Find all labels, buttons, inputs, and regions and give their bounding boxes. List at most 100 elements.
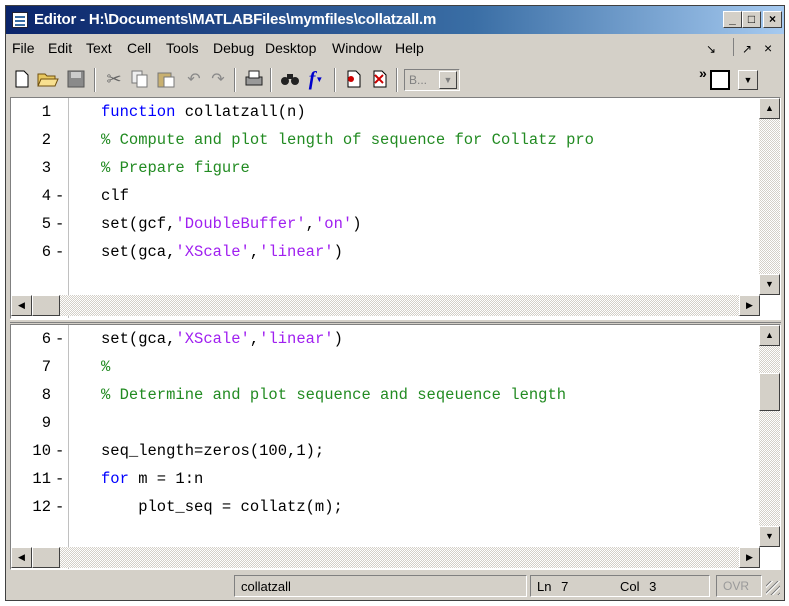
maximize-button[interactable]: □ — [742, 11, 761, 28]
code-text[interactable]: for m = 1:n — [101, 470, 203, 488]
code-text[interactable]: set(gca,'XScale','linear') — [101, 330, 343, 348]
code-token: set(gca, — [101, 243, 176, 261]
menu-help[interactable]: Help — [395, 40, 424, 56]
function-icon[interactable]: f ▼ — [304, 67, 328, 91]
code-line[interactable]: 10- seq_length=zeros(100,1); — [11, 439, 771, 463]
code-text[interactable]: clf — [101, 187, 129, 205]
code-line[interactable]: 5- set(gcf,'DoubleBuffer','on') — [11, 212, 771, 236]
pane-splitter[interactable] — [10, 319, 781, 323]
cut-icon[interactable]: ✂ — [102, 67, 126, 91]
vertical-scrollbar[interactable]: ▲ ▼ — [759, 325, 780, 547]
code-line[interactable]: 11- for m = 1:n — [11, 467, 771, 491]
resize-grip[interactable] — [766, 581, 780, 595]
line-number[interactable]: 11 — [11, 470, 51, 488]
scroll-left-button[interactable]: ◀ — [11, 547, 32, 568]
line-number[interactable]: 10 — [11, 442, 51, 460]
scroll-right-button[interactable]: ▶ — [739, 295, 760, 316]
scroll-thumb[interactable] — [32, 547, 60, 568]
line-number[interactable]: 6 — [11, 330, 51, 348]
save-icon[interactable] — [64, 67, 88, 91]
scroll-down-button[interactable]: ▼ — [759, 274, 780, 295]
scroll-up-button[interactable]: ▲ — [759, 98, 780, 119]
scroll-up-button[interactable]: ▲ — [759, 325, 780, 346]
close-document-icon[interactable]: × — [764, 40, 772, 56]
menu-tools[interactable]: Tools — [166, 40, 199, 56]
menu-edit[interactable]: Edit — [48, 40, 72, 56]
menu-desktop[interactable]: Desktop — [265, 40, 316, 56]
code-line[interactable]: 3 % Prepare figure — [11, 156, 771, 180]
breakpoint-marker[interactable]: - — [55, 243, 64, 261]
clear-breakpoint-icon[interactable] — [368, 67, 392, 91]
code-text[interactable]: plot_seq = collatz(m); — [101, 498, 343, 516]
menu-text[interactable]: Text — [86, 40, 112, 56]
line-number[interactable]: 5 — [11, 215, 51, 233]
breakpoint-marker[interactable]: - — [55, 442, 64, 460]
code-line[interactable]: 8 % Determine and plot sequence and seqeu… — [11, 383, 771, 407]
code-line[interactable]: 4- clf — [11, 184, 771, 208]
code-line[interactable]: 7% — [11, 355, 771, 379]
paste-icon[interactable] — [154, 67, 178, 91]
code-text[interactable]: set(gcf,'DoubleBuffer','on') — [101, 215, 362, 233]
copy-icon[interactable] — [128, 67, 152, 91]
chevron-down-icon[interactable]: ▼ — [738, 70, 758, 90]
minimize-button[interactable]: _ — [723, 11, 742, 28]
chevron-down-icon[interactable]: ▼ — [439, 71, 457, 89]
breakpoint-marker[interactable]: - — [55, 187, 64, 205]
status-cursor-position: Ln 7 Col 3 — [530, 575, 710, 597]
line-number[interactable]: 6 — [11, 243, 51, 261]
line-number[interactable]: 4 — [11, 187, 51, 205]
scroll-left-button[interactable]: ◀ — [11, 295, 32, 316]
breakpoint-marker[interactable]: - — [55, 498, 64, 516]
code-line[interactable]: 2 % Compute and plot length of sequence f… — [11, 128, 771, 152]
breakpoint-marker[interactable]: - — [55, 330, 64, 348]
line-number[interactable]: 9 — [11, 414, 51, 432]
horizontal-scrollbar[interactable]: ◀ ▶ — [11, 547, 760, 568]
code-text[interactable]: function collatzall(n) — [101, 103, 306, 121]
open-file-icon[interactable] — [36, 67, 60, 91]
code-line[interactable]: 9 — [11, 411, 771, 435]
breakpoint-marker[interactable]: - — [55, 215, 64, 233]
new-file-icon[interactable] — [10, 67, 34, 91]
code-line[interactable]: 12- plot_seq = collatz(m); — [11, 495, 771, 519]
menu-window[interactable]: Window — [332, 40, 382, 56]
menu-cell[interactable]: Cell — [127, 40, 151, 56]
editor-pane-top[interactable]: 1 function collatzall(n) 2 % Compute and pl… — [10, 97, 781, 319]
undo-icon[interactable]: ↶ — [182, 67, 206, 91]
menu-file[interactable]: File — [12, 40, 35, 56]
close-button[interactable]: × — [763, 11, 782, 28]
breakpoint-marker[interactable]: - — [55, 470, 64, 488]
scroll-thumb[interactable] — [759, 373, 780, 411]
editor-pane-bottom[interactable]: 6- set(gca,'XScale','linear') 7% 8% Determi… — [10, 324, 781, 570]
scroll-thumb[interactable] — [32, 295, 60, 316]
find-icon[interactable] — [278, 67, 302, 91]
line-number[interactable]: 8 — [11, 386, 51, 404]
line-number[interactable]: 1 — [11, 103, 51, 121]
code-text[interactable]: % Determine and plot sequence and seqeue… — [101, 386, 566, 404]
scroll-down-button[interactable]: ▼ — [759, 526, 780, 547]
horizontal-scrollbar[interactable]: ◀ ▶ — [11, 295, 760, 316]
code-text[interactable]: % — [101, 358, 110, 376]
code-text[interactable]: seq_length=zeros(100,1); — [101, 442, 324, 460]
scroll-right-button[interactable]: ▶ — [739, 547, 760, 568]
code-text[interactable]: % Prepare figure — [101, 159, 250, 177]
code-text[interactable]: % Compute and plot length of sequence fo… — [101, 131, 594, 149]
stack-select[interactable]: B... ▼ — [404, 69, 460, 91]
line-number[interactable]: 2 — [11, 131, 51, 149]
dock-icon[interactable]: ↗ — [742, 42, 752, 56]
line-number[interactable]: 12 — [11, 498, 51, 516]
figure-window-icon[interactable] — [710, 70, 730, 90]
set-breakpoint-icon[interactable] — [342, 67, 366, 91]
code-text[interactable]: set(gca,'XScale','linear') — [101, 243, 343, 261]
toolbar-overflow-icon[interactable]: » — [699, 65, 707, 81]
title-bar[interactable]: Editor - H:\Documents\MATLABFiles\mymfil… — [6, 6, 784, 34]
line-number[interactable]: 7 — [11, 358, 51, 376]
menu-debug[interactable]: Debug — [213, 40, 254, 56]
line-number[interactable]: 3 — [11, 159, 51, 177]
print-icon[interactable] — [242, 67, 266, 91]
redo-icon[interactable]: ↷ — [206, 67, 230, 91]
code-line[interactable]: 6- set(gca,'XScale','linear') — [11, 240, 771, 264]
vertical-scrollbar[interactable]: ▲ ▼ — [759, 98, 780, 295]
code-line[interactable]: 1 function collatzall(n) — [11, 100, 771, 124]
undock-icon[interactable]: ↘ — [706, 42, 716, 56]
code-line[interactable]: 6- set(gca,'XScale','linear') — [11, 327, 771, 351]
